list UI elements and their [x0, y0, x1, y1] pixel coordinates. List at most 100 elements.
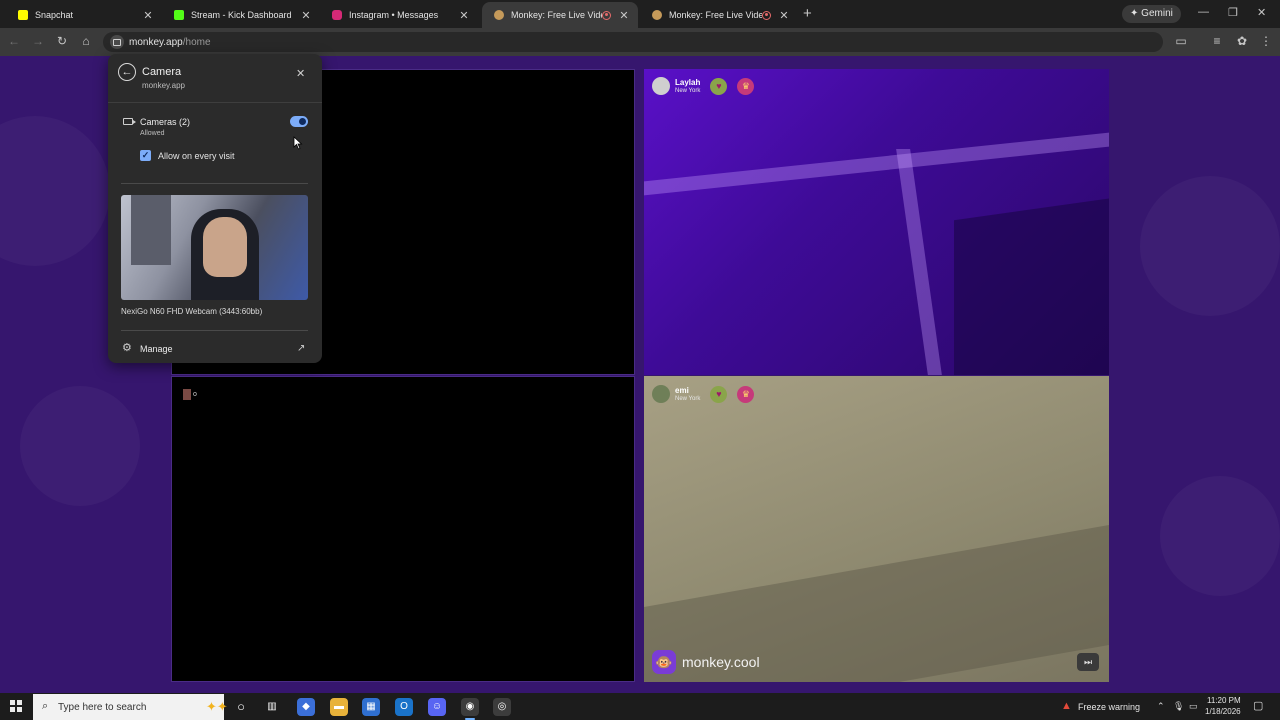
camera-permission-toggle[interactable]: [290, 116, 308, 127]
reload-icon[interactable]: ↻: [54, 34, 70, 48]
checkbox-label[interactable]: Allow on every visit: [158, 151, 235, 161]
cortana-icon[interactable]: ○: [232, 698, 250, 716]
allow-every-visit-checkbox[interactable]: ✓: [140, 150, 151, 161]
chrome-icon[interactable]: ◉: [461, 698, 479, 720]
back-arrow-icon[interactable]: ←: [118, 63, 136, 81]
kick-icon: [174, 10, 184, 20]
avatar: [652, 77, 670, 95]
popup-title: Camera: [142, 66, 182, 78]
url-text[interactable]: monkey.app/home: [129, 37, 211, 48]
network-icon[interactable]: ▭: [1189, 701, 1198, 712]
cast-icon[interactable]: ▭: [1173, 34, 1189, 48]
close-tab-icon[interactable]: ✕: [618, 9, 630, 22]
heart-icon[interactable]: ♥: [710, 385, 728, 403]
manage-link[interactable]: Manage: [140, 344, 173, 354]
close-tab-icon[interactable]: ✕: [300, 9, 312, 22]
microphone-icon[interactable]: 🎙: [1173, 701, 1184, 712]
preview-detail: [203, 217, 247, 277]
recording-icon: [602, 10, 611, 20]
background-pattern: [0, 116, 110, 266]
gift-icon[interactable]: ♛: [737, 385, 755, 403]
divider: [108, 102, 322, 103]
file-explorer-icon[interactable]: ▬: [330, 698, 348, 716]
tab-monkey[interactable]: Monkey: Free Live Video Ch ✕: [640, 2, 798, 28]
avatar: [652, 385, 670, 403]
search-icon: ⌕: [42, 700, 49, 712]
weather-warning-icon[interactable]: ▲: [1061, 700, 1072, 712]
notification-icon[interactable]: ▢: [1253, 699, 1263, 712]
task-view-icon[interactable]: ▥: [263, 698, 281, 716]
tab-title: Monkey: Free Live Video Ch: [511, 10, 602, 20]
tab-title: Stream - Kick Dashboard: [191, 10, 292, 20]
search-placeholder: Type here to search: [58, 702, 147, 713]
heart-icon[interactable]: ♥: [710, 77, 728, 95]
menu-icon[interactable]: ⋮: [1258, 34, 1274, 48]
outlook-icon[interactable]: O: [395, 698, 413, 716]
close-tab-icon[interactable]: ✕: [142, 9, 154, 22]
user-location: New York: [675, 87, 701, 94]
cameras-status: Allowed: [140, 130, 165, 137]
address-bar[interactable]: [103, 32, 1163, 52]
tab-instagram[interactable]: Instagram • Messages ✕: [320, 2, 478, 28]
url-path: /home: [182, 37, 211, 48]
back-icon[interactable]: ←: [6, 34, 22, 48]
gemini-button[interactable]: ✦ Gemini: [1122, 5, 1181, 23]
user-name: emi: [675, 385, 689, 395]
user-tag-emi: emi New York ♥ ♛: [652, 385, 755, 403]
url-domain: monkey.app: [129, 37, 183, 48]
video-tile-emi: [644, 376, 1109, 682]
tab-snapchat[interactable]: Snapchat ✕: [6, 2, 162, 28]
media-queue-icon[interactable]: ≡: [1209, 34, 1225, 48]
video-tile-laylah: [644, 69, 1109, 375]
obs-icon[interactable]: ◎: [493, 698, 511, 716]
search-highlight-icon: ✦✦: [206, 699, 228, 714]
extensions-icon[interactable]: ✿: [1234, 34, 1250, 48]
clock-time[interactable]: 11:20 PM: [1207, 696, 1241, 705]
video-detail: [644, 132, 1109, 196]
camera-permission-popup: ← Camera monkey.app ✕ Cameras (2) Allowe…: [108, 54, 322, 363]
new-tab-button[interactable]: +: [803, 5, 812, 22]
discord-icon[interactable]: ☺: [428, 698, 446, 716]
tab-strip: Snapchat ✕ Stream - Kick Dashboard ✕ Ins…: [0, 0, 1280, 28]
cameras-label: Cameras (2): [140, 117, 191, 127]
video-detail: [954, 197, 1109, 375]
home-icon[interactable]: ⌂: [78, 34, 94, 48]
taskbar-search-box[interactable]: ⌕ Type here to search ✦✦: [33, 694, 228, 720]
tab-title: Snapchat: [35, 10, 74, 20]
divider: [121, 183, 308, 184]
tab-monkey-active[interactable]: Monkey: Free Live Video Ch ✕: [482, 2, 638, 28]
popup-subtitle: monkey.app: [142, 81, 185, 90]
minimize-icon[interactable]: —: [1198, 6, 1209, 18]
close-tab-icon[interactable]: ✕: [458, 9, 470, 22]
skip-button[interactable]: ⏭: [1077, 653, 1099, 671]
divider: [121, 330, 308, 331]
windows-taskbar: ⌕ Type here to search ✦✦ ○ ▥ ◆ ▬ ▦ O ☺ ◉…: [0, 693, 1280, 720]
recording-icon: [762, 10, 771, 20]
gift-icon[interactable]: ♛: [737, 77, 755, 95]
camera-device-name[interactable]: NexiGo N60 FHD Webcam (3443:60bb): [121, 307, 262, 316]
camera-permission-icon[interactable]: [110, 35, 124, 49]
mouse-cursor-icon: [293, 136, 303, 150]
windows-start-icon[interactable]: [10, 700, 22, 712]
forward-icon[interactable]: →: [30, 34, 46, 48]
close-tab-icon[interactable]: ✕: [778, 9, 790, 22]
external-link-icon[interactable]: ↗: [297, 343, 305, 354]
status-indicator: [183, 389, 191, 400]
close-window-icon[interactable]: ✕: [1257, 6, 1266, 19]
brand-watermark: 🐵 monkey.cool: [652, 650, 760, 674]
tab-kick[interactable]: Stream - Kick Dashboard ✕: [162, 2, 320, 28]
store-icon[interactable]: ▦: [362, 698, 380, 716]
weather-text[interactable]: Freeze warning: [1078, 702, 1140, 712]
gemini-label: Gemini: [1141, 8, 1173, 19]
user-location: New York: [675, 395, 701, 402]
clock-date[interactable]: 1/18/2026: [1205, 707, 1241, 716]
brand-name: monkey.cool: [682, 654, 760, 670]
tray-expand-icon[interactable]: ⌃: [1157, 701, 1165, 712]
restore-icon[interactable]: ❐: [1228, 6, 1238, 19]
user-tag-laylah: Laylah New York ♥ ♛: [652, 77, 755, 95]
monkey-icon: [494, 10, 504, 20]
camera-preview: [121, 195, 308, 300]
camera-icon: [123, 118, 136, 125]
close-popup-icon[interactable]: ✕: [296, 67, 305, 80]
copilot-icon[interactable]: ◆: [297, 698, 315, 716]
